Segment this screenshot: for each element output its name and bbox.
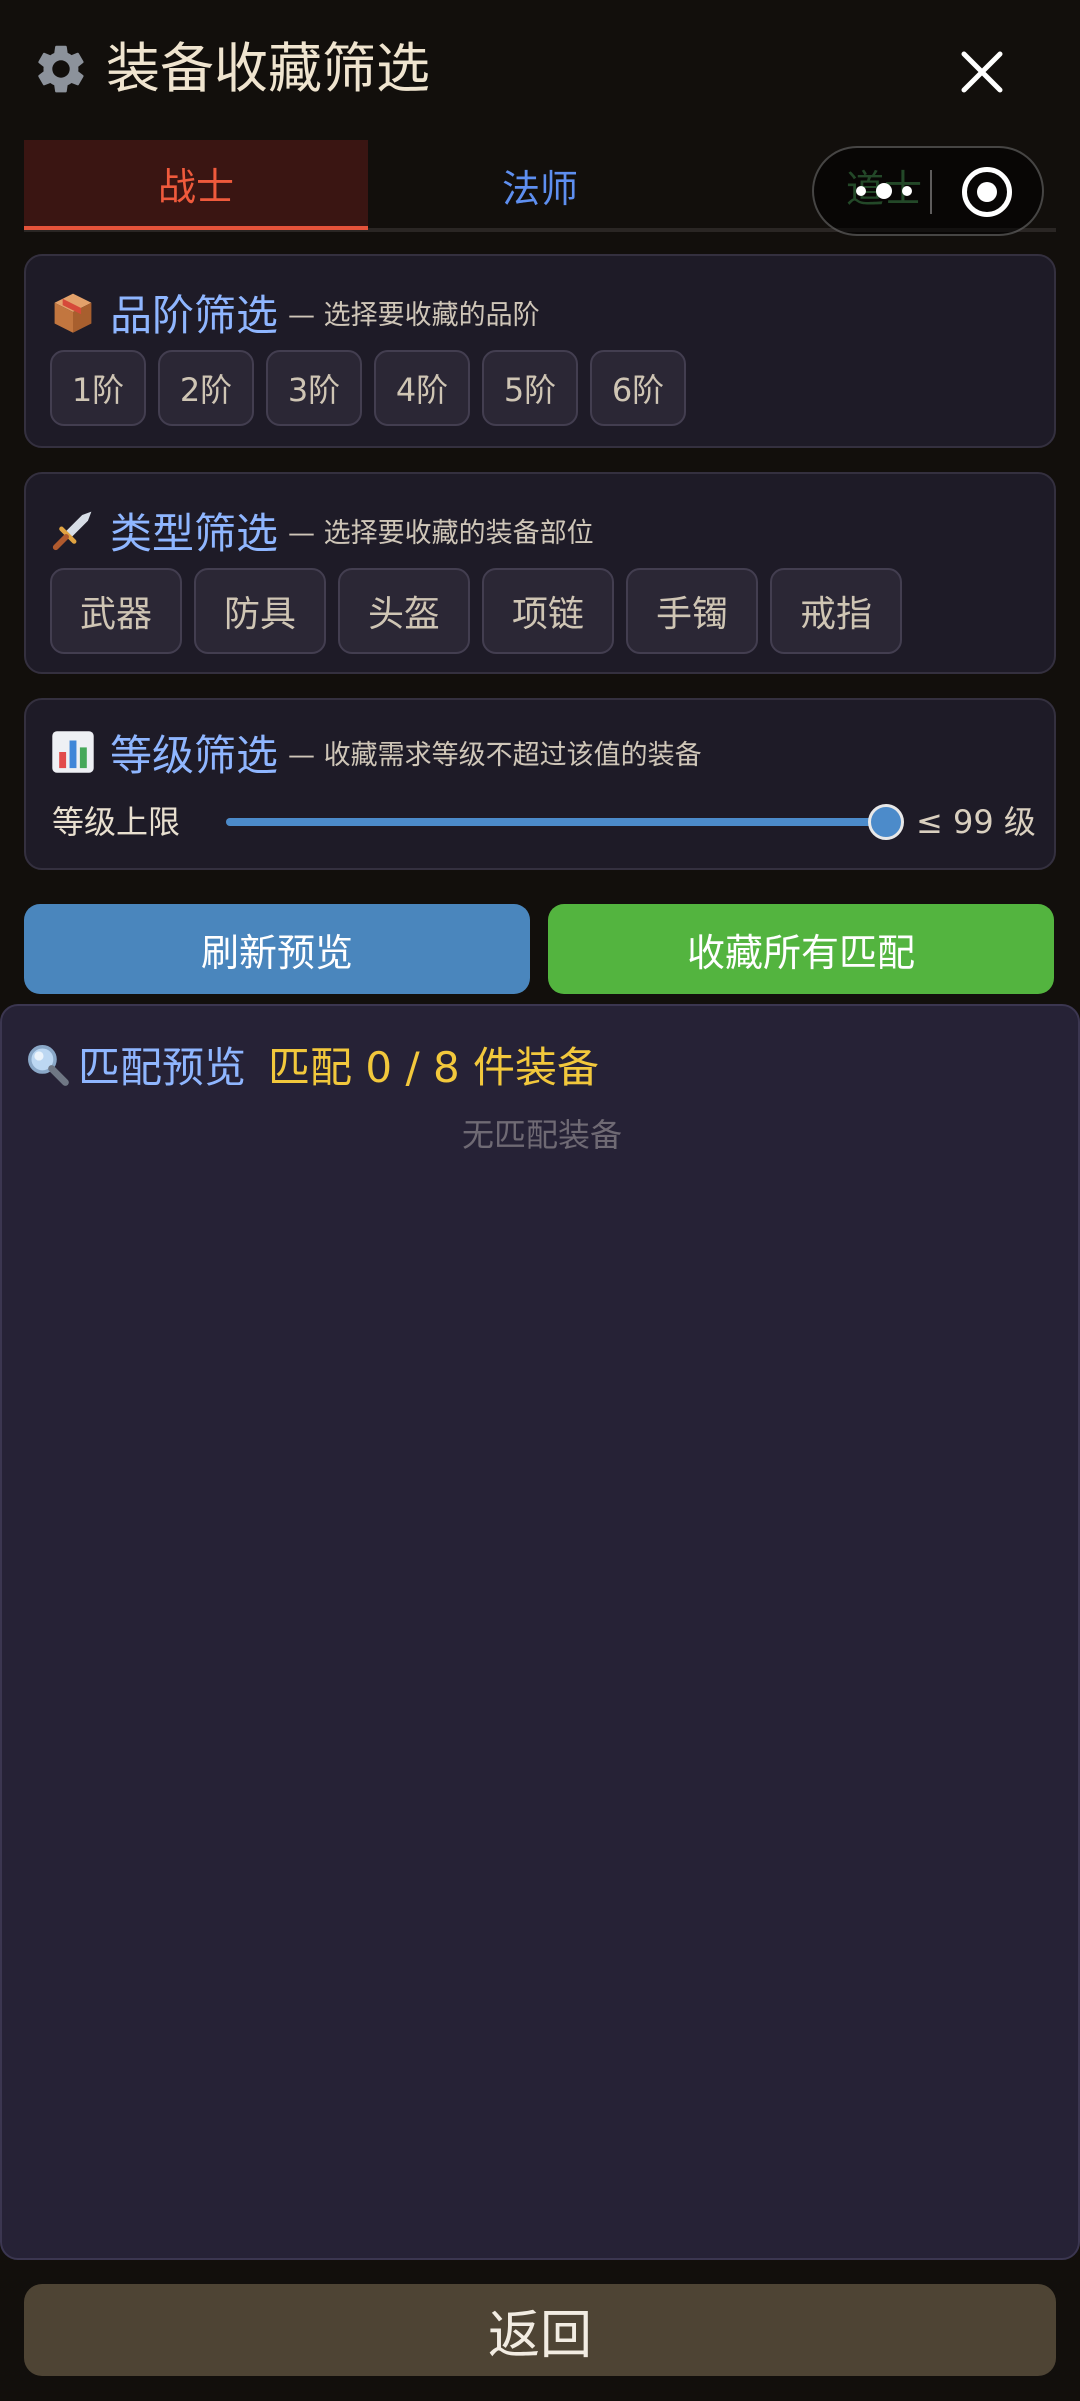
package-icon xyxy=(54,293,92,333)
miniprogram-capsule xyxy=(812,146,1044,236)
target-icon[interactable] xyxy=(962,167,1012,217)
grade-option-5[interactable]: 5阶 xyxy=(482,350,578,426)
preview-header: 匹配预览 匹配 0 / 8 件装备 xyxy=(24,1034,599,1094)
close-icon[interactable] xyxy=(952,42,1012,102)
grade-options: 1阶 2阶 3阶 4阶 5阶 6阶 xyxy=(50,350,686,426)
type-options: 武器 防具 头盔 项链 手镯 戒指 xyxy=(50,568,902,654)
gear-icon xyxy=(38,45,84,93)
level-limit-value: ≤ 99 级 xyxy=(916,803,1036,841)
page: 装备收藏筛选 战士 法师 道士 品阶筛选 — 选择要收藏的品阶 1阶 2阶 xyxy=(0,0,1080,2401)
bar-chart-icon xyxy=(52,731,94,773)
level-slider[interactable] xyxy=(226,804,904,840)
more-icon[interactable] xyxy=(844,148,924,234)
type-option-necklace[interactable]: 项链 xyxy=(482,568,614,654)
type-option-helmet[interactable]: 头盔 xyxy=(338,568,470,654)
type-filter-desc: — 选择要收藏的装备部位 xyxy=(288,517,594,549)
back-button[interactable]: 返回 xyxy=(24,2284,1056,2376)
level-filter-header: 等级筛选 — 收藏需求等级不超过该值的装备 xyxy=(50,722,702,782)
grade-option-1[interactable]: 1阶 xyxy=(50,350,146,426)
type-option-bracelet[interactable]: 手镯 xyxy=(626,568,758,654)
page-title: 装备收藏筛选 xyxy=(106,37,430,100)
match-preview-panel: 匹配预览 匹配 0 / 8 件装备 无匹配装备 xyxy=(0,1004,1080,2260)
level-filter-card: 等级筛选 — 收藏需求等级不超过该值的装备 等级上限 ≤ 99 级 xyxy=(24,698,1056,870)
preview-title: 匹配预览 xyxy=(78,1042,247,1092)
refresh-preview-button[interactable]: 刷新预览 xyxy=(24,904,530,994)
level-slider-fill xyxy=(226,818,886,826)
grade-filter-title: 品阶筛选 xyxy=(110,290,279,340)
grade-filter-desc: — 选择要收藏的品阶 xyxy=(288,299,540,331)
level-filter-title: 等级筛选 xyxy=(110,730,279,780)
grade-option-2[interactable]: 2阶 xyxy=(158,350,254,426)
grade-option-3[interactable]: 3阶 xyxy=(266,350,362,426)
type-option-armor[interactable]: 防具 xyxy=(194,568,326,654)
preview-count: 匹配 0 / 8 件装备 xyxy=(268,1042,600,1092)
level-slider-thumb[interactable] xyxy=(868,804,904,840)
type-filter-header: 类型筛选 — 选择要收藏的装备部位 xyxy=(50,500,594,560)
type-option-ring[interactable]: 戒指 xyxy=(770,568,902,654)
tab-mage[interactable]: 法师 xyxy=(368,140,712,230)
level-limit-label: 等级上限 xyxy=(52,803,181,841)
grade-option-4[interactable]: 4阶 xyxy=(374,350,470,426)
grade-option-6[interactable]: 6阶 xyxy=(590,350,686,426)
type-filter-card: 类型筛选 — 选择要收藏的装备部位 武器 防具 头盔 项链 手镯 戒指 xyxy=(24,472,1056,674)
header: 装备收藏筛选 xyxy=(0,0,1080,140)
dagger-icon xyxy=(52,511,92,551)
grade-filter-header: 品阶筛选 — 选择要收藏的品阶 xyxy=(50,282,540,342)
type-option-weapon[interactable]: 武器 xyxy=(50,568,182,654)
collect-all-button[interactable]: 收藏所有匹配 xyxy=(548,904,1054,994)
tab-warrior[interactable]: 战士 xyxy=(24,140,368,230)
empty-state-text: 无匹配装备 xyxy=(461,1116,622,1154)
magnifier-icon xyxy=(28,1045,69,1086)
grade-filter-card: 品阶筛选 — 选择要收藏的品阶 1阶 2阶 3阶 4阶 5阶 6阶 xyxy=(24,254,1056,448)
type-filter-title: 类型筛选 xyxy=(110,508,279,558)
level-filter-desc: — 收藏需求等级不超过该值的装备 xyxy=(288,739,702,771)
capsule-divider xyxy=(930,170,932,214)
